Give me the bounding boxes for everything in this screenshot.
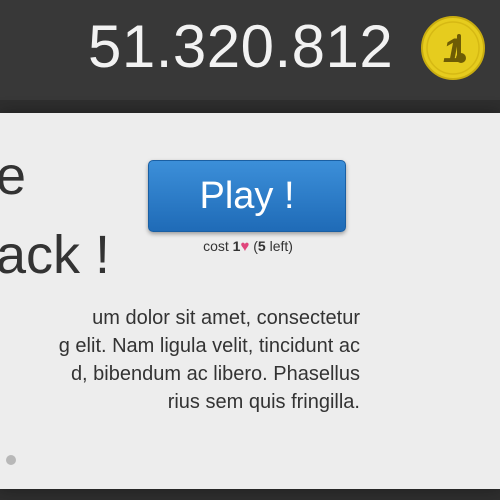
play-cost: cost 1♥ (5 left): [148, 238, 348, 255]
page-title-line-2: ack !: [0, 225, 111, 285]
pagination-dot[interactable]: [6, 455, 16, 465]
lives-open: (: [249, 238, 258, 254]
cost-prefix: cost: [203, 238, 233, 254]
description-line: rius sem quis fringilla.: [167, 391, 360, 413]
description-text: um dolor sit amet, consectetur g elit. N…: [0, 304, 360, 416]
lives-suffix: left): [265, 238, 293, 254]
play-button[interactable]: Play !: [148, 160, 346, 232]
top-bar: 51.320.812 1: [0, 0, 500, 100]
description-line: d, bibendum ac libero. Phasellus: [70, 363, 360, 385]
coin-icon: 1: [421, 16, 485, 80]
page-title-line-1: e: [0, 146, 27, 206]
score-display: 51.320.812: [88, 13, 394, 80]
heart-icon: ♥: [240, 238, 250, 255]
description-line: um dolor sit amet, consectetur: [92, 307, 360, 329]
description-line: g elit. Nam ligula velit, tincidunt ac: [58, 335, 360, 357]
lives-count: 5: [257, 238, 266, 254]
